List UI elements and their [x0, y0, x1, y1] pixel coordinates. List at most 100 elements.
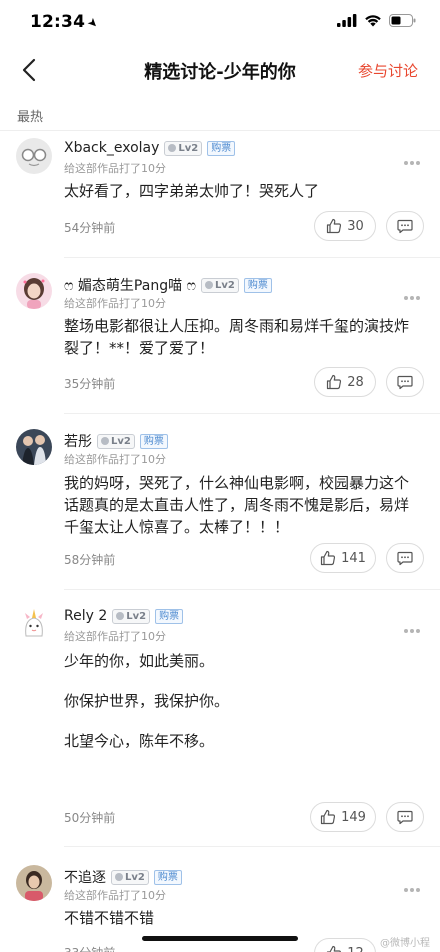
user-line: ෆ 媚态萌生Pang喵 ෆ Lv2 购票	[64, 275, 272, 295]
more-dots-icon	[404, 296, 408, 300]
battery-icon	[389, 14, 416, 27]
wifi-icon	[365, 15, 381, 27]
like-button[interactable]: 149	[310, 802, 376, 832]
more-options-button[interactable]	[404, 285, 424, 300]
ticket-purchased-badge: 购票	[207, 140, 236, 156]
level-badge: Lv2	[111, 869, 149, 885]
comment-time: 35分钟前	[64, 377, 116, 391]
user-line: 不追逐 Lv2 购票	[64, 867, 182, 887]
rating-text: 给这部作品打了10分	[64, 630, 166, 643]
status-bar: 12:34➤	[0, 0, 440, 44]
avatar[interactable]	[16, 865, 52, 901]
reply-button[interactable]	[386, 543, 424, 573]
thumbs-up-icon	[320, 550, 336, 566]
level-icon	[116, 612, 125, 620]
reply-button[interactable]	[386, 211, 424, 241]
signal-icon	[337, 14, 357, 27]
avatar-unicorn-image	[16, 606, 52, 642]
like-count: 30	[347, 218, 364, 234]
level-icon	[115, 873, 123, 881]
comment-body: 少年的你，如此美丽。 你保护世界，我保护你。 北望今心，陈年不移。	[64, 650, 416, 770]
like-count: 149	[341, 809, 366, 825]
rating-text: 给这部作品打了10分	[64, 453, 166, 466]
level-text: Lv2	[126, 610, 147, 622]
comment-item: Rely 2 Lv2 购票 给这部作品打了10分 少年的你，如此美丽。 你保护世…	[0, 606, 440, 847]
ticket-purchased-badge: 购票	[139, 433, 168, 449]
watermark: @微博小程	[380, 938, 430, 949]
status-time: 12:34➤	[30, 12, 102, 32]
comment-item: 若彤 Lv2 购票 给这部作品打了10分 我的妈呀，哭死了，什么神仙电影啊，校园…	[0, 429, 440, 595]
level-badge: Lv2	[112, 608, 151, 624]
comment-paragraph: 少年的你，如此美丽。	[64, 652, 215, 670]
dot	[416, 629, 420, 633]
dot	[416, 161, 420, 165]
username[interactable]: ෆ 媚态萌生Pang喵 ෆ	[64, 275, 196, 295]
comment-divider	[64, 846, 440, 847]
comment-paragraph: 太好看了，四字弟弟太帅了！哭死人了	[64, 182, 320, 200]
back-button[interactable]	[16, 56, 44, 84]
more-options-button[interactable]	[404, 877, 424, 892]
avatar[interactable]	[16, 138, 52, 174]
like-count: 12	[347, 946, 364, 952]
home-indicator[interactable]	[142, 936, 298, 941]
comment-divider	[64, 589, 440, 590]
comment-time: 58分钟前	[64, 553, 116, 567]
like-count: 141	[341, 550, 366, 566]
more-options-button[interactable]	[404, 150, 424, 165]
dot	[410, 296, 414, 300]
username[interactable]: Rely 2	[64, 608, 107, 624]
avatar-photo-image	[16, 865, 52, 901]
level-icon	[168, 144, 177, 152]
like-button[interactable]: 141	[310, 543, 376, 573]
comment-divider	[64, 257, 440, 258]
username[interactable]: 不追逐	[64, 867, 106, 887]
avatar[interactable]	[16, 429, 52, 465]
comment-icon	[397, 551, 413, 565]
comment-divider	[64, 413, 440, 414]
location-arrow-icon: ➤	[84, 14, 102, 32]
level-text: Lv2	[125, 871, 145, 883]
rating-text: 给这部作品打了10分	[64, 297, 166, 310]
status-icons	[337, 14, 416, 27]
more-options-button[interactable]	[404, 618, 424, 633]
ticket-purchased-badge: 购票	[243, 277, 272, 293]
user-line: Rely 2 Lv2 购票	[64, 608, 184, 624]
level-text: Lv2	[215, 279, 235, 291]
chevron-left-icon	[22, 58, 36, 82]
user-line: 若彤 Lv2 购票	[64, 431, 168, 451]
more-dots-icon	[404, 888, 408, 892]
like-button[interactable]: 30	[314, 211, 376, 241]
avatar-couple-image	[16, 429, 52, 465]
username[interactable]: 若彤	[64, 431, 92, 451]
dot	[410, 888, 414, 892]
user-line: Xback_exolay Lv2 购票	[64, 140, 236, 156]
comment-time: 33分钟前	[64, 944, 115, 952]
join-discussion-button[interactable]: 参与讨论	[358, 60, 418, 81]
username[interactable]: Xback_exolay	[64, 140, 159, 156]
comment-paragraph: 不错不错不错	[64, 909, 155, 927]
comment-time: 54分钟前	[64, 221, 116, 235]
level-icon	[101, 437, 109, 445]
dot	[410, 629, 414, 633]
avatar[interactable]	[16, 606, 52, 642]
comment-paragraph: 我的妈呀，哭死了，什么神仙电影啊，校园暴力这个话题真的是太直击人性了，周冬雨不愧…	[64, 474, 410, 536]
level-badge: Lv2	[164, 140, 203, 156]
comment-time: 50分钟前	[64, 811, 116, 825]
ticket-purchased-badge: 购票	[155, 608, 184, 624]
like-button[interactable]: 12	[314, 938, 376, 952]
avatar-girl-image	[16, 273, 52, 309]
avatar[interactable]	[16, 273, 52, 309]
comment-icon	[397, 810, 413, 824]
level-badge: Lv2	[97, 433, 135, 449]
thumbs-up-icon	[327, 374, 342, 390]
level-badge: Lv2	[201, 277, 239, 293]
comment-icon	[397, 375, 413, 389]
more-dots-icon	[404, 629, 408, 633]
like-button[interactable]: 28	[314, 367, 376, 397]
comment-paragraph: 你保护世界，我保护你。	[64, 692, 230, 710]
rating-text: 给这部作品打了10分	[64, 889, 166, 902]
reply-button[interactable]	[386, 367, 424, 397]
dot	[416, 888, 420, 892]
reply-button[interactable]	[386, 802, 424, 832]
like-count: 28	[347, 374, 364, 390]
